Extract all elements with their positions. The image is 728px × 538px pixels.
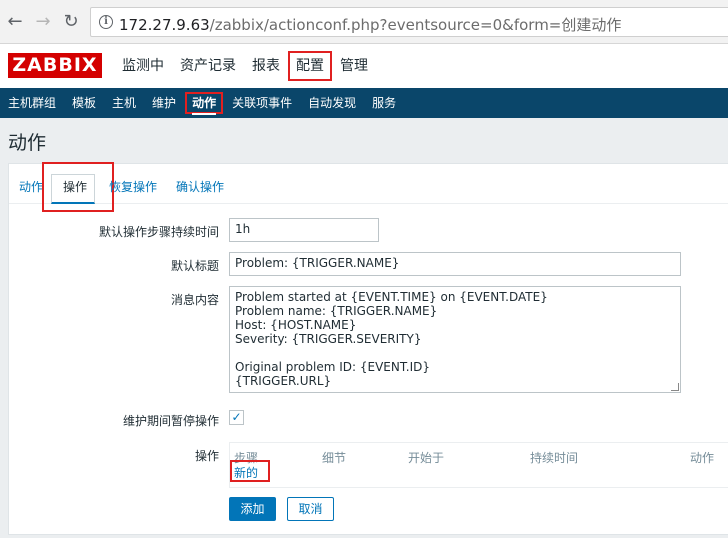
- tab-recovery-operations[interactable]: 恢复操作: [109, 178, 157, 195]
- pause-checkbox[interactable]: ✓: [229, 410, 244, 425]
- submenu-hosts[interactable]: 主机: [104, 88, 144, 118]
- message-line: Problem name: {TRIGGER.NAME}: [235, 304, 438, 318]
- browser-toolbar: ← → ↻ i 172.27.9.63/zabbix/actionconf.ph…: [0, 0, 728, 44]
- tab-action[interactable]: 动作: [19, 178, 43, 195]
- message-textarea[interactable]: Problem started at {EVENT.TIME} on {EVEN…: [229, 286, 681, 393]
- submenu-event-correlation[interactable]: 关联项事件: [224, 88, 300, 118]
- form-panel: 动作 操作 恢复操作 确认操作 默认操作步骤持续时间 1h 默认标题 Probl…: [8, 162, 728, 535]
- subject-label: 默认标题: [170, 259, 219, 273]
- col-action: 动作: [690, 451, 715, 465]
- message-line: Severity: {TRIGGER.SEVERITY}: [235, 332, 422, 346]
- highlight-box: [230, 460, 270, 482]
- col-details: 细节: [322, 451, 347, 465]
- url-path: /zabbix/actionconf.php?eventsource=0&for…: [209, 16, 622, 34]
- submenu-host-groups[interactable]: 主机群组: [0, 88, 64, 118]
- sub-menu: 主机群组 模板 主机 维护 动作 关联项事件 自动发现 服务: [0, 88, 728, 118]
- submenu-maintenance[interactable]: 维护: [144, 88, 184, 118]
- checkmark-icon: ✓: [231, 410, 242, 424]
- back-arrow-icon[interactable]: ←: [4, 11, 26, 33]
- add-button[interactable]: 添加: [229, 497, 276, 521]
- url-text: 172.27.9.63/zabbix/actionconf.php?events…: [119, 14, 621, 35]
- message-label: 消息内容: [170, 293, 219, 307]
- tab-acknowledge-operations[interactable]: 确认操作: [176, 178, 224, 195]
- main-menu: 监测中 资产记录 报表 配置 管理: [114, 44, 376, 88]
- url-host: 172.27.9.63: [119, 16, 210, 34]
- message-line: [235, 346, 675, 360]
- col-duration: 持续时间: [530, 451, 579, 465]
- operations-table: 步骤 细节 开始于 持续时间 动作 新的: [229, 442, 728, 488]
- submenu-templates[interactable]: 模板: [64, 88, 104, 118]
- forward-arrow-icon[interactable]: →: [32, 11, 54, 33]
- submenu-services[interactable]: 服务: [364, 88, 404, 118]
- message-line: Host: {HOST.NAME}: [235, 318, 357, 332]
- operations-label: 操作: [194, 449, 219, 463]
- menu-configuration[interactable]: 配置: [288, 51, 332, 81]
- message-line: {TRIGGER.URL}: [235, 374, 332, 388]
- tab-bar: 动作 操作 恢复操作 确认操作: [9, 162, 728, 212]
- pause-label: 维护期间暂停操作: [122, 414, 219, 428]
- zabbix-logo[interactable]: ZABBIX: [8, 53, 102, 78]
- message-line: Problem started at {EVENT.TIME} on {EVEN…: [235, 290, 548, 304]
- col-start-in: 开始于: [408, 451, 445, 465]
- cancel-button[interactable]: 取消: [287, 497, 334, 521]
- step-duration-input[interactable]: 1h: [229, 218, 379, 242]
- highlight-box: [42, 162, 114, 212]
- highlight-box: [185, 92, 224, 114]
- page-title: 动作: [8, 132, 47, 154]
- info-icon[interactable]: i: [99, 15, 113, 29]
- app-header: ZABBIX 监测中 资产记录 报表 配置 管理: [0, 44, 728, 88]
- submenu-actions[interactable]: 动作: [184, 88, 224, 118]
- step-duration-label: 默认操作步骤持续时间: [98, 225, 219, 239]
- submenu-discovery[interactable]: 自动发现: [300, 88, 364, 118]
- subject-input[interactable]: Problem: {TRIGGER.NAME}: [229, 252, 681, 276]
- address-bar[interactable]: i 172.27.9.63/zabbix/actionconf.php?even…: [90, 7, 728, 37]
- message-line: Original problem ID: {EVENT.ID}: [235, 360, 430, 374]
- menu-reports[interactable]: 报表: [244, 44, 288, 88]
- menu-inventory[interactable]: 资产记录: [172, 44, 244, 88]
- reload-icon[interactable]: ↻: [60, 11, 82, 33]
- menu-administration[interactable]: 管理: [332, 44, 376, 88]
- resize-handle[interactable]: [671, 383, 679, 391]
- active-underline: [192, 113, 217, 115]
- menu-monitoring[interactable]: 监测中: [114, 44, 172, 88]
